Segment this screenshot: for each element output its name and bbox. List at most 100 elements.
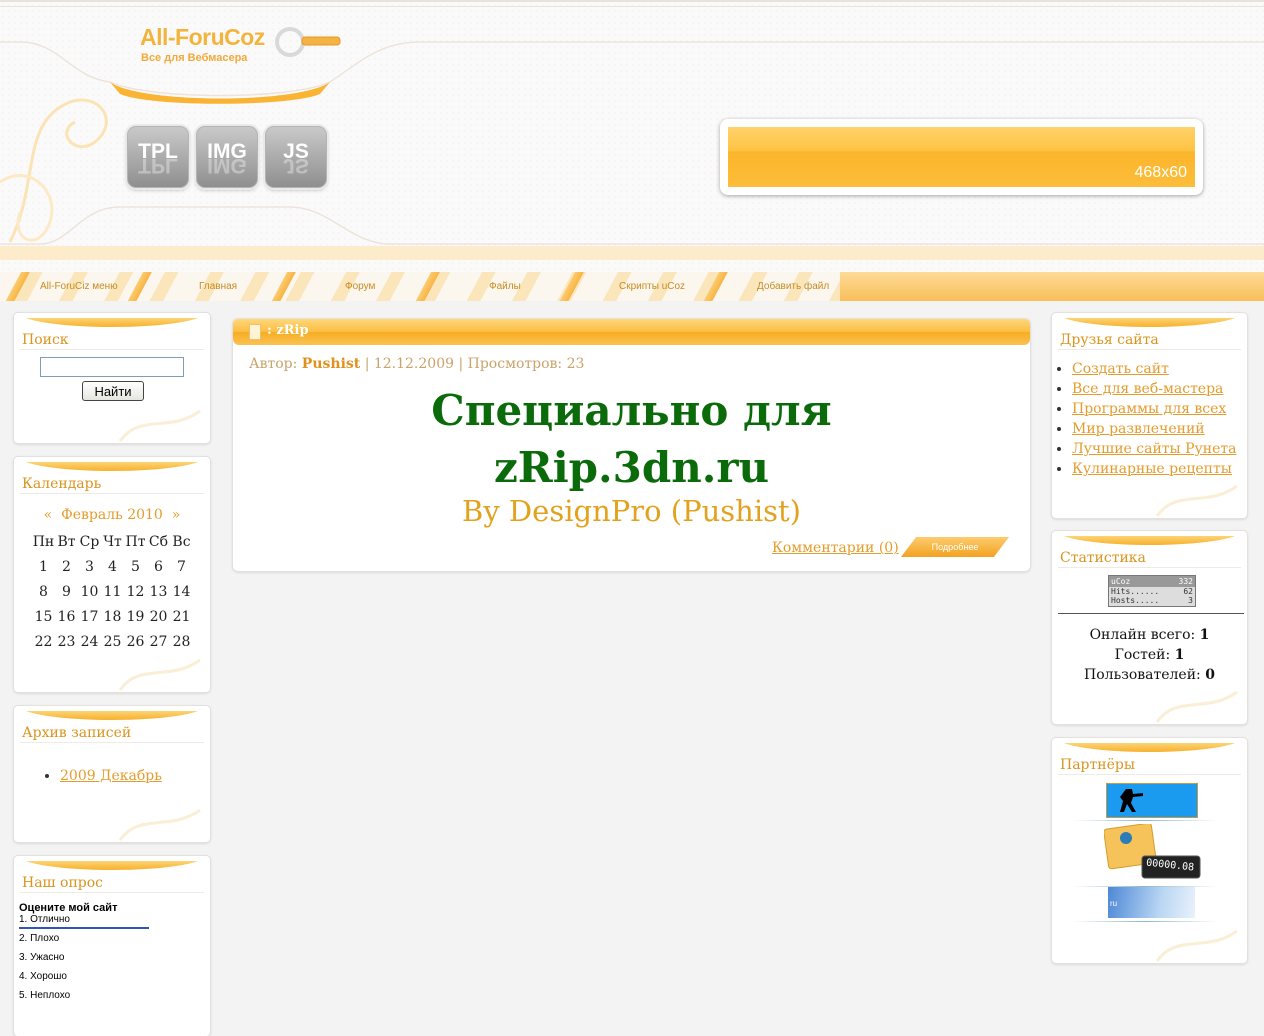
weekday: Чт (103, 533, 122, 550)
calendar-day: 19 (126, 608, 145, 625)
read-more-button[interactable]: Подробнее (901, 537, 1009, 557)
post-headline-line-2: zRip.3dn.ru (493, 443, 770, 492)
calendar-day: 18 (103, 608, 122, 625)
block-cap (1058, 531, 1241, 545)
search-title: Поиск (22, 332, 69, 348)
counter-hosts-row: Hosts..... 3 (1109, 596, 1195, 605)
post-entry: : zRip Автор: Pushist | 12.12.2009 | Про… (233, 319, 1030, 571)
guests-label: Гостей: (1114, 647, 1171, 663)
poll-option-label: 1. Отлично (19, 914, 70, 925)
search-block: Поиск Найти (14, 313, 210, 443)
calendar-next-link[interactable]: » (172, 507, 181, 523)
poll-option[interactable]: 2. Плохо (19, 934, 149, 953)
poll-option[interactable]: 1. Отлично (19, 915, 149, 934)
friend-link[interactable]: Мир развлечений (1072, 421, 1205, 437)
friend-item: Мир развлечений (1072, 419, 1236, 439)
calendar-day: 26 (126, 633, 145, 650)
counter-hits-label: Hits...... (1111, 587, 1160, 596)
nav-forum[interactable]: Форум (345, 272, 375, 301)
block-cap (20, 313, 204, 327)
calendar-day: 16 (57, 608, 76, 625)
title-divider (20, 892, 204, 893)
friend-link[interactable]: Все для веб-мастера (1072, 381, 1223, 397)
poll-content: Оцените мой сайт 1. Отлично 2. Плохо 3. … (19, 902, 149, 1010)
nav-separator (4, 272, 32, 301)
calendar-day: 15 (34, 608, 53, 625)
calendar-month-link[interactable]: Февраль 2010 (61, 507, 163, 523)
nav-files[interactable]: Файлы (489, 272, 521, 301)
friend-link[interactable]: Создать сайт (1072, 361, 1169, 377)
calendar-day: 27 (149, 633, 168, 650)
ad-banner-size-label: 468x60 (1134, 164, 1188, 181)
post-byline: By DesignPro (Pushist) (462, 494, 801, 528)
corner-swirl-decoration (118, 409, 201, 442)
calendar-day: 14 (172, 583, 191, 600)
post-headline: Специально для zRip.3dn.ru (233, 382, 1030, 496)
title-divider (1058, 349, 1241, 350)
nav-home[interactable]: Главная (199, 272, 237, 301)
post-title[interactable]: : zRip (267, 323, 309, 338)
calendar-day: 25 (103, 633, 122, 650)
friend-link[interactable]: Программы для всех (1072, 401, 1226, 417)
tpl-button[interactable]: TPL TPL (127, 126, 189, 188)
poll-option[interactable]: 4. Хорошо (19, 972, 149, 991)
stats-title: Статистика (1060, 550, 1146, 566)
partners-title: Партнёры (1060, 757, 1135, 773)
friend-item: Кулинарные рецепты (1072, 459, 1236, 479)
search-input[interactable] (40, 357, 184, 377)
calendar-weekday-row: Пн Вт Ср Чт Пт Сб Вс (32, 529, 193, 554)
views-label: Просмотров: (467, 356, 563, 372)
partner-banner-ru[interactable]: ru (1108, 887, 1195, 918)
comments-link[interactable]: Комментарии (0) (772, 540, 899, 556)
calendar-day: 10 (80, 583, 99, 600)
title-divider (20, 742, 204, 743)
nav-ucoz-scripts[interactable]: Скрипты uCoz (619, 272, 685, 301)
poll-option[interactable]: 5. Неплохо (19, 991, 149, 1010)
nav-menu-title[interactable]: All-ForuCiz меню (40, 272, 118, 301)
archive-block: Архив записей 2009 Декабрь (14, 706, 210, 842)
search-button[interactable]: Найти (82, 381, 144, 401)
document-icon (249, 324, 261, 340)
friends-title: Друзья сайта (1060, 332, 1159, 348)
counter-hits: 62 (1183, 587, 1193, 596)
ad-banner[interactable]: 468x60 (720, 119, 1203, 195)
logo-title[interactable]: All-ForuCoz (140, 24, 265, 51)
friend-link[interactable]: Кулинарные рецепты (1072, 461, 1232, 477)
friend-item: Программы для всех (1072, 399, 1236, 419)
counter-brand: uCoz (1111, 577, 1131, 586)
post-title-bar: : zRip (233, 319, 1030, 345)
partner-divider (1072, 921, 1217, 922)
block-cap (1058, 738, 1241, 752)
corner-swirl-decoration (1155, 929, 1238, 962)
calendar-day: 23 (57, 633, 76, 650)
title-divider (20, 493, 204, 494)
img-button[interactable]: IMG IMG (196, 126, 258, 188)
ucoz-counter[interactable]: uCoz 332 Hits...... 62 Hosts..... 3 (1108, 575, 1196, 607)
title-divider (1058, 567, 1241, 568)
calendar-day: 28 (172, 633, 191, 650)
views-count: 23 (566, 356, 585, 372)
calendar-block: Календарь « Февраль 2010 » Пн Вт Ср Чт П… (14, 457, 210, 692)
calendar-week-row: 15 16 17 18 19 20 21 (32, 604, 193, 629)
friend-link[interactable]: Лучшие сайты Рунета (1072, 441, 1236, 457)
js-button[interactable]: JS JS (265, 126, 327, 188)
author-link[interactable]: Pushist (302, 356, 360, 372)
online-stats: Онлайн всего: 1 Гостей: 1 Пользователей:… (1052, 625, 1247, 685)
partner-banner-odometer[interactable] (1104, 824, 1204, 882)
calendar-prev-link[interactable]: « (44, 507, 53, 523)
calendar-week-row: 22 23 24 25 26 27 28 (32, 629, 193, 654)
calendar-day: 3 (85, 558, 94, 575)
users-value: 0 (1205, 667, 1215, 683)
poll-title: Наш опрос (22, 875, 104, 891)
nav-add-file[interactable]: Добавить файл (757, 272, 829, 301)
archive-title: Архив записей (22, 725, 132, 741)
calendar-day: 1 (39, 558, 48, 575)
poll-option[interactable]: 3. Ужасно (19, 953, 149, 972)
logo-subtitle: Все для Вебмасера (141, 52, 248, 64)
calendar-day: 24 (80, 633, 99, 650)
counter-hosts: 3 (1188, 596, 1193, 605)
title-divider (1058, 774, 1241, 775)
partner-divider (1072, 820, 1217, 821)
partner-banner-cs[interactable] (1106, 783, 1198, 818)
archive-link[interactable]: 2009 Декабрь (60, 768, 162, 784)
